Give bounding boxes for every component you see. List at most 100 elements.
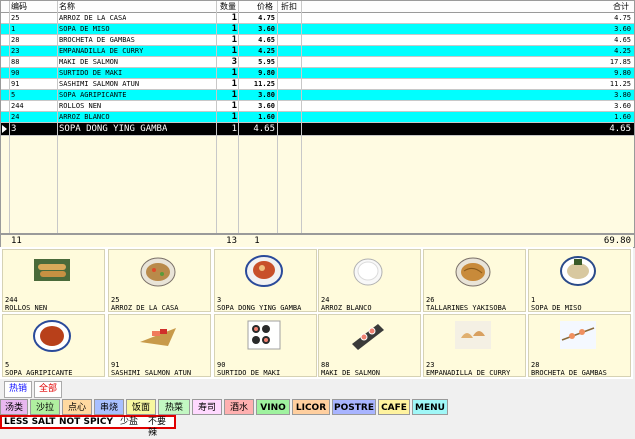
fried-rice-icon [138,253,178,287]
white-rice-icon [348,253,388,287]
salmon-maki-icon [348,318,388,352]
order-qty: 1 [231,124,237,134]
order-total: 4.75 [614,14,631,22]
menu-item-card[interactable]: 24 ARROZ BLANCO [318,249,421,312]
category-button[interactable]: 点心 [62,399,92,415]
order-price: 3.60 [258,102,275,110]
dumplings-icon [453,318,493,352]
order-price: 3.80 [258,91,275,99]
sashimi-boat-icon [138,318,178,352]
menu-item-name: TALLARINES YAKISOBA [426,304,507,312]
menu-item-card[interactable]: 28 BROCHETA DE GAMBAS [528,314,631,377]
order-row[interactable]: 28 BROCHETA DE GAMBAS 1 4.65 4.65 [1,35,634,46]
menu-item-code: 24 [321,296,330,304]
miso-soup-icon [558,253,598,287]
order-total: 17.85 [609,58,631,66]
menu-item-code: 244 [5,296,18,304]
category-button[interactable]: 酒水 [224,399,254,415]
menu-item-name: ARROZ BLANCO [321,304,372,312]
order-name: ARROZ DE LA CASA [59,14,127,22]
menu-item-code: 90 [217,361,226,369]
order-price: 9.80 [258,69,275,77]
category-button[interactable]: 串烧 [94,399,124,415]
note-not-spicy[interactable]: NOT SPICY [59,417,113,428]
category-button[interactable]: 饭面 [126,399,156,415]
noodles-icon [453,253,493,287]
order-row[interactable]: 1 SOPA DE MISO 1 3.60 3.60 [1,24,634,35]
category-button[interactable]: MENU [412,399,448,415]
order-qty: 1 [231,68,237,78]
menu-item-code: 25 [111,296,120,304]
order-name: SASHIMI SALMON ATUN [59,80,140,88]
order-qty: 1 [231,112,237,122]
header-price: 价格 [257,2,273,11]
total-qty: 13 [226,236,237,246]
order-row[interactable]: 25 ARROZ DE LA CASA 1 4.75 4.75 [1,13,634,24]
header-total: 合计 [613,2,629,11]
note-less-salt-cn[interactable]: 少盐 [120,417,138,428]
menu-item-card[interactable]: 3 SOPA DONG YING GAMBA [214,249,317,312]
menu-item-card[interactable]: 90 SURTIDO DE MAKI [214,314,317,377]
tab-hot[interactable]: 热销 [4,381,32,398]
order-qty: 1 [231,13,237,23]
note-less-salt[interactable]: LESS SALT [4,417,55,428]
order-total: 1.60 [614,113,631,121]
order-code: 244 [11,102,24,110]
menu-item-code: 26 [426,296,435,304]
menu-item-code: 3 [217,296,222,304]
header-code: 编码 [11,2,27,11]
category-button[interactable]: 沙拉 [30,399,60,415]
order-row[interactable]: 3 SOPA DONG YING GAMBA 1 4.65 4.65 [1,123,634,136]
menu-item-name: EMPANADILLA DE CURRY [426,369,511,377]
order-row[interactable]: 5 SOPA AGRIPICANTE 1 3.80 3.80 [1,90,634,101]
order-price: 5.95 [258,58,275,66]
grand-total: 69.80 [603,236,631,246]
order-price: 4.65 [253,124,275,134]
menu-item-card[interactable]: 1 SOPA DE MISO [528,249,631,312]
order-name: SURTIDO DE MAKI [59,69,123,77]
soup-bowl-icon [244,253,284,287]
tab-all[interactable]: 全部 [34,381,62,398]
menu-item-name: SOPA DE MISO [531,304,582,312]
order-qty: 1 [231,90,237,100]
category-button[interactable]: 汤类 [0,399,28,415]
menu-item-code: 5 [5,361,10,369]
menu-item-card[interactable]: 88 MAKI DE SALMON [318,314,421,377]
order-code: 24 [11,113,20,121]
menu-item-card[interactable]: 5 SOPA AGRIPICANTE [2,314,105,377]
menu-item-card[interactable]: 244 ROLLOS NEN [2,249,105,312]
order-total: 11.25 [609,80,631,88]
menu-item-card[interactable]: 91 SASHIMI SALMON ATUN [108,314,211,377]
order-row[interactable]: 244 ROLLOS NEN 1 3.60 3.60 [1,101,634,112]
order-code: 28 [11,36,20,44]
menu-item-card[interactable]: 25 ARROZ DE LA CASA [108,249,211,312]
order-total: 4.65 [609,124,631,134]
order-total: 3.80 [614,91,631,99]
category-button[interactable]: LICOR [292,399,330,415]
order-row[interactable]: 24 ARROZ BLANCO 1 1.60 1.60 [1,112,634,123]
order-name: ROLLOS NEN [59,102,102,110]
order-row[interactable]: 91 SASHIMI SALMON ATUN 1 11.25 11.25 [1,79,634,90]
order-qty: 1 [231,79,237,89]
category-button[interactable]: CAFE [378,399,410,415]
menu-item-card[interactable]: 23 EMPANADILLA DE CURRY [423,314,526,377]
category-buttons: 汤类 沙拉 点心 串烧 饭面 热菜 寿司 酒水 VINO LICOR POSTRE CAFE MENU [0,399,635,415]
order-code: 3 [11,124,17,134]
order-code: 25 [11,14,20,22]
order-row[interactable]: 88 MAKI DE SALMON 3 5.95 17.85 [1,57,634,68]
category-button[interactable]: POSTRE [332,399,376,415]
order-qty: 1 [231,35,237,45]
category-button[interactable]: 热菜 [158,399,190,415]
order-row[interactable]: 90 SURTIDO DE MAKI 1 9.80 9.80 [1,68,634,79]
category-button[interactable]: 寿司 [192,399,222,415]
note-not-spicy-cn[interactable]: 不要辣 [148,417,174,438]
order-name: SOPA AGRIPICANTE [59,91,127,99]
kitchen-notes: LESS SALT NOT SPICY 少盐 不要辣 [0,415,176,438]
order-price: 3.60 [258,25,275,33]
category-button[interactable]: VINO [256,399,290,415]
order-price: 11.25 [253,80,275,88]
order-code: 1 [11,25,16,33]
order-row[interactable]: 23 EMPANADILLA DE CURRY 1 4.25 4.25 [1,46,634,57]
menu-item-card[interactable]: 26 TALLARINES YAKISOBA [423,249,526,312]
order-price: 4.75 [258,14,275,22]
